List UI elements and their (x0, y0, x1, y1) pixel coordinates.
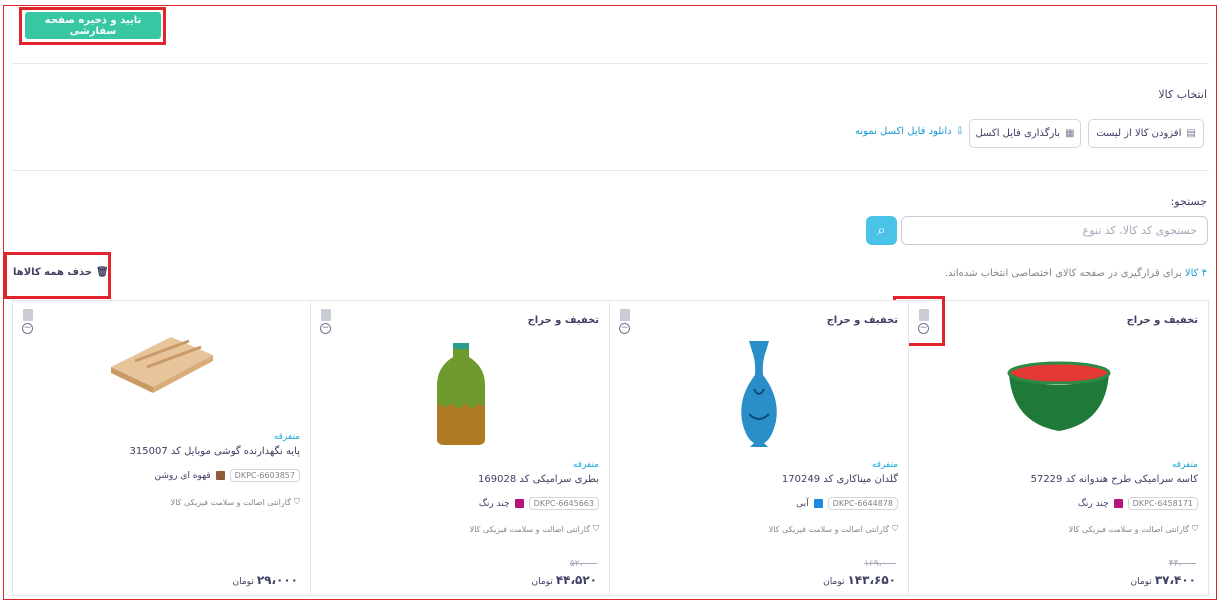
trash-icon: 🗑 (95, 267, 109, 278)
product-card: تخفیف و حراج − متفرقه کاسه سرامیکی طرح ه… (908, 300, 1209, 596)
copy-icon[interactable] (619, 309, 630, 321)
select-products-title: انتخاب کالا (1158, 88, 1207, 101)
price: ۲۹،۰۰۰ تومان (232, 573, 298, 587)
upload-excel-button[interactable]: ▦ بارگذاری فایل اکسل (969, 119, 1081, 148)
guarantee: ⛉ گارانتی اصالت و سلامت فیزیکی کالا (171, 497, 300, 507)
dkpc-code: DKPC-6645663 (528, 497, 599, 510)
divider (12, 63, 1209, 64)
price-value: ۳۷،۴۰۰ (1154, 573, 1196, 587)
guarantee-text: گارانتی اصالت و سلامت فیزیکی کالا (1068, 524, 1189, 534)
download-sample-link[interactable]: ⇩ دانلود فایل اکسل نمونه (855, 126, 964, 137)
product-meta: DKPC-6644878 آبی (796, 497, 898, 510)
dkpc-code: DKPC-6644878 (827, 497, 898, 510)
price: ۳۷،۴۰۰ تومان (1130, 573, 1196, 587)
upload-excel-label: بارگذاری فایل اکسل (975, 128, 1061, 139)
old-price: ۱۶۹،۰۰۰ (864, 559, 896, 569)
search-button[interactable]: ⌕ (866, 216, 897, 245)
guarantee: ⛉ گارانتی اصالت و سلامت فیزیکی کالا (769, 524, 898, 534)
add-from-list-label: افزودن کالا از لیست (1096, 128, 1182, 139)
currency: تومان (1130, 577, 1152, 587)
product-card: − متفرقه پایه نگهدارنده گوشی موبایل کد 3… (12, 300, 311, 596)
price: ۱۴۳،۶۵۰ تومان (823, 573, 896, 587)
shield-icon: ⛉ (892, 524, 898, 533)
card-tools: − (918, 309, 929, 334)
product-image (437, 343, 485, 445)
product-title: گلدان میناکاری کد 170249 (781, 474, 898, 485)
copy-icon[interactable] (918, 309, 929, 321)
color-name: چند رنگ (478, 498, 510, 509)
remove-product-icon[interactable]: − (22, 323, 33, 334)
product-category: متفرقه (1171, 460, 1198, 470)
selected-count: ۴ کالا برای قرارگیری در صفحه کالای اختصا… (945, 268, 1207, 279)
product-image (111, 337, 213, 393)
selected-count-text: برای قرارگیری در صفحه کالای اختصاصی انتخ… (944, 268, 1182, 279)
color-swatch (1113, 499, 1123, 508)
product-image (1007, 361, 1111, 431)
price: ۴۴،۵۲۰ تومان (531, 573, 597, 587)
product-category: متفرقه (273, 432, 300, 442)
old-price: ۵۲،۰۰۰ (569, 559, 597, 569)
selected-count-number: ۴ کالا (1184, 268, 1207, 279)
product-title: کاسه سرامیکی طرح هندوانه کد 57229 (1030, 474, 1198, 485)
product-image (741, 341, 777, 447)
guarantee-text: گارانتی اصالت و سلامت فیزیکی کالا (469, 524, 590, 534)
shield-icon: ⛉ (294, 497, 300, 506)
color-swatch (514, 499, 524, 508)
download-sample-label: دانلود فایل اکسل نمونه (855, 126, 952, 137)
guarantee: ⛉ گارانتی اصالت و سلامت فیزیکی کالا (1069, 524, 1198, 534)
excel-icon: ▦ (1065, 128, 1075, 139)
currency: تومان (531, 577, 553, 587)
delete-all-label: حذف همه کالاها (13, 267, 92, 278)
search-label: جستجو: (1170, 195, 1207, 208)
remove-product-icon[interactable]: − (320, 323, 331, 334)
color-swatch (813, 499, 823, 508)
guarantee-text: گارانتی اصالت و سلامت فیزیکی کالا (170, 497, 291, 507)
download-icon: ⇩ (955, 126, 964, 137)
dkpc-code: DKPC-6458171 (1127, 497, 1198, 510)
discount-badge: تخفیف و حراج (1126, 315, 1198, 326)
remove-product-icon[interactable]: − (918, 323, 929, 334)
color-swatch (215, 471, 225, 480)
discount-badge: تخفیف و حراج (527, 315, 599, 326)
guarantee-text: گارانتی اصالت و سلامت فیزیکی کالا (768, 524, 889, 534)
copy-icon[interactable] (22, 309, 33, 321)
currency: تومان (823, 577, 845, 587)
divider (12, 170, 1209, 171)
color-name: آبی (796, 498, 809, 509)
product-meta: DKPC-6458171 چند رنگ (1078, 497, 1198, 510)
card-tools: − (619, 309, 630, 334)
save-custom-page-button[interactable]: تایید و ذخیره صفحه سفارشی (25, 12, 161, 39)
card-tools: − (22, 309, 33, 334)
price-value: ۲۹،۰۰۰ (256, 573, 298, 587)
price-value: ۴۴،۵۲۰ (555, 573, 597, 587)
product-card: تخفیف و حراج − متفرقه بطری سرامیکی کد 16… (310, 300, 610, 596)
remove-product-icon[interactable]: − (619, 323, 630, 334)
product-title: پایه نگهدارنده گوشی موبایل کد 315007 (129, 446, 300, 457)
product-category: متفرقه (572, 460, 599, 470)
search-input[interactable] (901, 216, 1208, 245)
product-meta: DKPC-6603857 قهوه ای روشن (154, 469, 300, 482)
product-card: تخفیف و حراج − متفرقه گلدان میناکاری کد … (609, 300, 909, 596)
color-name: چند رنگ (1077, 498, 1109, 509)
discount-badge: تخفیف و حراج (826, 315, 898, 326)
guarantee: ⛉ گارانتی اصالت و سلامت فیزیکی کالا (470, 524, 599, 534)
shield-icon: ⛉ (1192, 524, 1198, 533)
card-tools: − (320, 309, 331, 334)
copy-icon[interactable] (320, 309, 331, 321)
product-title: بطری سرامیکی کد 169028 (478, 474, 599, 485)
price-value: ۱۴۳،۶۵۰ (847, 573, 896, 587)
old-price: ۴۴،۰۰۰ (1168, 559, 1196, 569)
product-category: متفرقه (871, 460, 898, 470)
product-meta: DKPC-6645663 چند رنگ (479, 497, 599, 510)
color-name: قهوه ای روشن (154, 470, 211, 481)
dkpc-code: DKPC-6603857 (229, 469, 300, 482)
currency: تومان (232, 577, 254, 587)
add-from-list-button[interactable]: ▤ افزودن کالا از لیست (1088, 119, 1204, 148)
shield-icon: ⛉ (593, 524, 599, 533)
search-icon: ⌕ (877, 222, 886, 239)
list-icon: ▤ (1186, 128, 1196, 139)
delete-all-button[interactable]: 🗑 حذف همه کالاها (13, 267, 109, 278)
